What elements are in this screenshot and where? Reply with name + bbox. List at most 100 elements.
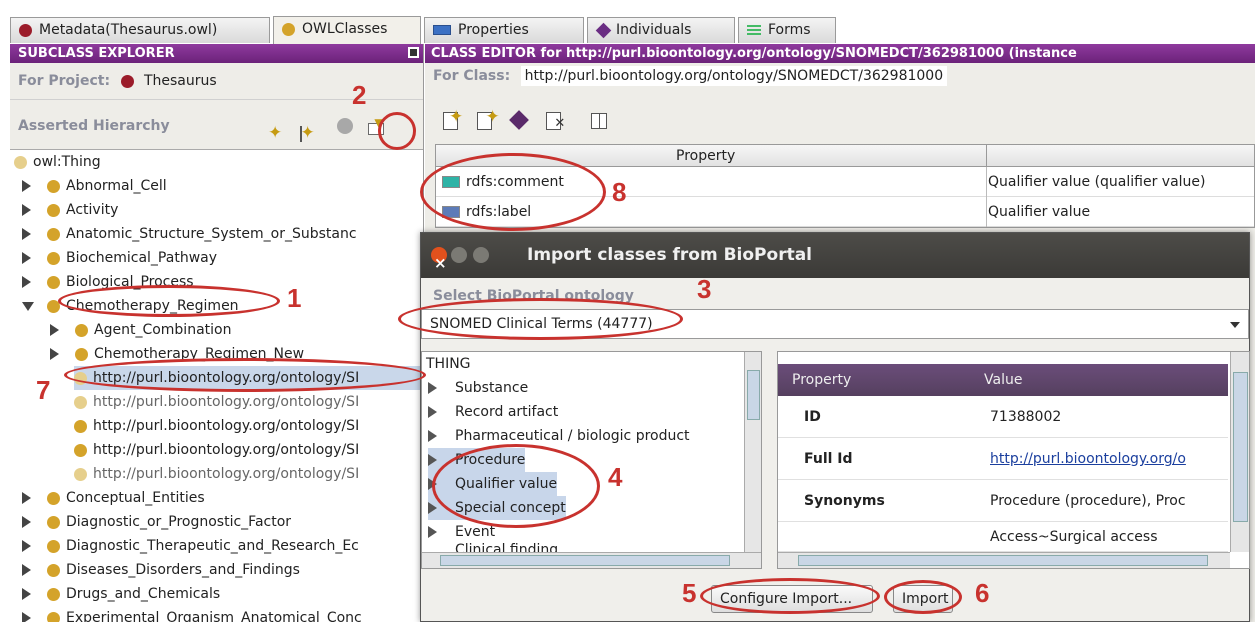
detail-vertical-scrollbar[interactable] (1230, 352, 1249, 552)
class-icon (47, 227, 60, 241)
expand-arrow-icon[interactable] (50, 348, 59, 360)
tree-node[interactable]: Abnormal_Cell (22, 174, 167, 198)
tree-horizontal-scrollbar[interactable] (422, 552, 761, 568)
tab-forms[interactable]: Forms (738, 17, 836, 43)
panel-close-icon[interactable] (408, 47, 419, 58)
tree-node[interactable]: Diseases_Disorders_and_Findings (22, 558, 300, 582)
tab-metadata[interactable]: Metadata(Thesaurus.owl) (10, 17, 270, 43)
annotation-circle-6 (884, 580, 962, 614)
expand-arrow-icon[interactable] (50, 324, 59, 336)
tree-node-imported[interactable]: http://purl.bioontology.org/ontology/SI (74, 390, 359, 414)
expand-arrow-icon[interactable] (22, 204, 31, 216)
detail-row: Full Id http://purl.bioontology.org/o (778, 438, 1228, 480)
tree-item[interactable]: Pharmaceutical / biologic product (428, 424, 690, 448)
annotation-circle-1 (58, 285, 280, 317)
tree-node[interactable]: Activity (22, 198, 118, 222)
red-circle-icon (19, 23, 32, 37)
new-property-icon[interactable]: ✦ (439, 107, 465, 132)
collapse-arrow-icon[interactable] (22, 301, 34, 311)
diamond-icon (595, 22, 612, 38)
view-toggle-icon[interactable] (587, 110, 613, 132)
tree-node-imported[interactable]: http://purl.bioontology.org/ontology/SI (74, 438, 359, 462)
expand-arrow-icon[interactable] (428, 430, 437, 442)
class-icon (74, 419, 87, 433)
full-id-link[interactable]: http://purl.bioontology.org/o (990, 438, 1186, 479)
tree-node[interactable]: Anatomic_Structure_System_or_Substanc (22, 222, 357, 246)
tree-node[interactable]: Biochemical_Pathway (22, 246, 217, 270)
annotation-number-3: 3 (697, 274, 712, 304)
expand-arrow-icon[interactable] (22, 276, 31, 288)
detail-horizontal-scrollbar[interactable] (778, 552, 1230, 568)
class-icon (47, 515, 60, 529)
create-subclass-icon[interactable]: ✦ (268, 122, 292, 146)
create-sibling-class-icon[interactable]: ✦ (300, 122, 324, 146)
annotation-number-5: 5 (682, 578, 697, 608)
chevron-down-icon[interactable] (1230, 322, 1240, 328)
class-icon (74, 443, 87, 457)
detail-row: ID 71388002 (778, 396, 1228, 438)
expand-arrow-icon[interactable] (428, 382, 437, 394)
class-editor-header: CLASS EDITOR for http://purl.bioontology… (425, 44, 1255, 63)
tree-root[interactable]: THING (426, 352, 471, 376)
tree-node[interactable]: Drugs_and_Chemicals (22, 582, 220, 606)
class-icon (47, 587, 60, 601)
expand-arrow-icon[interactable] (428, 454, 437, 466)
annotation-circle-5 (700, 578, 880, 614)
expand-arrow-icon[interactable] (22, 228, 31, 240)
expand-arrow-icon[interactable] (22, 180, 31, 192)
annotation-circle-7 (64, 358, 426, 392)
tree-vertical-scrollbar[interactable] (744, 352, 761, 552)
minimize-window-icon[interactable] (451, 247, 467, 263)
tab-bar: Metadata(Thesaurus.owl) OWLClasses Prope… (0, 0, 1255, 44)
annotation-number-8: 8 (612, 177, 627, 207)
for-class-row: For Class: http://purl.bioontology.org/o… (425, 63, 1255, 89)
detail-table-header: Property Value (778, 364, 1228, 396)
annotation-number-7: 7 (36, 375, 51, 405)
tree-node[interactable]: Diagnostic_Therapeutic_and_Research_Ec (22, 534, 359, 558)
expand-arrow-icon[interactable] (22, 612, 31, 622)
tree-item[interactable]: Substance (428, 376, 528, 400)
add-property-icon[interactable] (508, 110, 534, 132)
detail-row: Synonyms Procedure (procedure), Proc (778, 480, 1228, 522)
class-icon (47, 563, 60, 577)
maximize-window-icon[interactable] (473, 247, 489, 263)
class-icon (47, 539, 60, 553)
tree-node-imported[interactable]: http://purl.bioontology.org/ontology/SI (74, 462, 359, 486)
annotation-number-2: 2 (352, 80, 367, 110)
class-icon (47, 203, 60, 217)
for-class-field[interactable]: http://purl.bioontology.org/ontology/SNO… (520, 66, 948, 86)
detail-row: Access~Surgical access (778, 522, 1228, 552)
tree-node[interactable]: Agent_Combination (50, 318, 231, 342)
expand-arrow-icon[interactable] (22, 588, 31, 600)
new-datatype-property-icon[interactable]: ✦ (473, 107, 500, 132)
expand-arrow-icon[interactable] (22, 516, 31, 528)
tab-owlclasses[interactable]: OWLClasses (273, 16, 421, 44)
annotation-number-6: 6 (975, 578, 990, 608)
tree-item[interactable]: Record artifact (428, 400, 558, 424)
tree-node[interactable]: Diagnostic_or_Prognostic_Factor (22, 510, 291, 534)
tab-properties[interactable]: Properties (424, 17, 584, 43)
tree-node[interactable]: Experimental_Organism_Anatomical_Conc (22, 606, 362, 622)
annotation-circle-2 (378, 112, 416, 150)
expand-arrow-icon[interactable] (22, 540, 31, 552)
remove-property-icon[interactable]: ✕ (542, 110, 568, 132)
expand-arrow-icon[interactable] (428, 502, 437, 514)
expand-arrow-icon[interactable] (22, 492, 31, 504)
class-icon (47, 179, 60, 193)
tree-node[interactable]: Conceptual_Entities (22, 486, 205, 510)
close-window-icon[interactable] (431, 241, 447, 286)
class-icon (47, 491, 60, 505)
tree-node[interactable]: owl:Thing (14, 150, 101, 174)
tree-node-imported[interactable]: http://purl.bioontology.org/ontology/SI (74, 414, 359, 438)
annotation-circle-8 (420, 153, 606, 231)
expand-arrow-icon[interactable] (22, 564, 31, 576)
class-icon (75, 347, 88, 361)
expand-arrow-icon[interactable] (428, 526, 437, 538)
tab-individuals[interactable]: Individuals (587, 17, 735, 43)
class-icon (47, 251, 60, 265)
annotation-circle-4 (432, 444, 600, 528)
expand-arrow-icon[interactable] (22, 252, 31, 264)
expand-arrow-icon[interactable] (428, 406, 437, 418)
project-icon (120, 74, 134, 88)
delete-class-icon[interactable] (333, 114, 357, 138)
